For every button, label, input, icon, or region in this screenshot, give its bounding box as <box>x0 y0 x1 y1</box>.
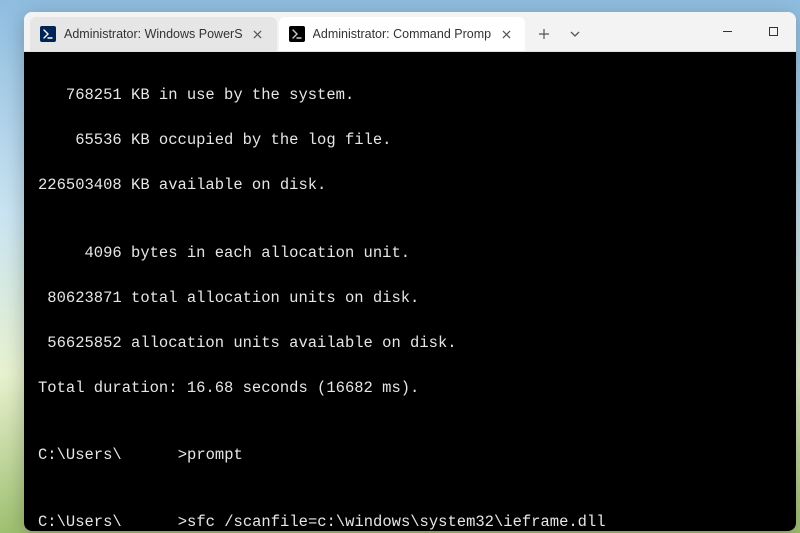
close-icon <box>253 30 262 39</box>
tab-close-button[interactable] <box>497 25 515 43</box>
command-prompt-icon <box>289 26 305 42</box>
tab-command-prompt[interactable]: Administrator: Command Promp <box>279 17 526 51</box>
output-line: 226503408 KB available on disk. <box>38 174 782 196</box>
output-line: Total duration: 16.68 seconds (16682 ms)… <box>38 377 782 399</box>
maximize-icon <box>768 26 779 37</box>
maximize-button[interactable] <box>750 12 796 51</box>
tab-powershell[interactable]: Administrator: Windows PowerS <box>30 17 277 51</box>
minimize-icon <box>722 26 733 37</box>
minimize-button[interactable] <box>704 12 750 51</box>
tab-label: Administrator: Windows PowerS <box>64 27 243 41</box>
terminal-window: Administrator: Windows PowerS Administra… <box>24 12 796 531</box>
output-line: 56625852 allocation units available on d… <box>38 332 782 354</box>
output-line: 768251 KB in use by the system. <box>38 84 782 106</box>
output-line: 80623871 total allocation units on disk. <box>38 287 782 309</box>
plus-icon <box>538 28 550 40</box>
output-line: 65536 KB occupied by the log file. <box>38 129 782 151</box>
powershell-icon <box>40 26 56 42</box>
redacted-username <box>122 446 178 461</box>
window-controls <box>704 12 796 51</box>
tab-close-button[interactable] <box>249 25 267 43</box>
terminal-output[interactable]: 768251 KB in use by the system. 65536 KB… <box>24 52 796 531</box>
output-line: 4096 bytes in each allocation unit. <box>38 242 782 264</box>
close-icon <box>502 30 511 39</box>
tab-label: Administrator: Command Promp <box>313 27 492 41</box>
new-tab-button[interactable] <box>527 17 561 51</box>
prompt-line: C:\Users\>prompt <box>38 444 782 466</box>
tab-strip: Administrator: Windows PowerS Administra… <box>24 12 704 51</box>
titlebar: Administrator: Windows PowerS Administra… <box>24 12 796 52</box>
tab-dropdown-button[interactable] <box>561 17 589 51</box>
prompt-line: C:\Users\>sfc /scanfile=c:\windows\syste… <box>38 511 782 531</box>
chevron-down-icon <box>569 28 581 40</box>
redacted-username <box>122 513 178 528</box>
